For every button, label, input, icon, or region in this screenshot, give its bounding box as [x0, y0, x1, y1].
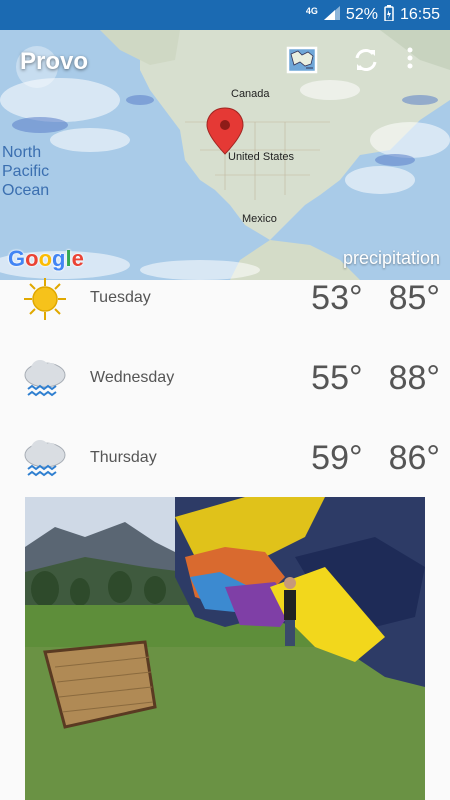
weather-map[interactable]: Canada United States Mexico North Pacifi… [0, 30, 450, 280]
forecast-row[interactable]: Tuesday 53° 85° [0, 278, 450, 320]
google-logo: Google [8, 246, 84, 271]
united-states-label: United States [228, 151, 295, 163]
hot-air-balloon-photo [25, 497, 425, 800]
forecast-day: Tuesday [90, 289, 151, 306]
forecast-list: Tuesday 53° 85° Wednesday 55° 88° Thursd… [0, 278, 450, 477]
signal-icon [323, 5, 340, 25]
more-vert-icon[interactable] [406, 46, 442, 82]
map-layer-label[interactable]: precipitation [343, 248, 440, 269]
forecast-temps: 59° 86° [311, 439, 440, 478]
sunny-icon [24, 278, 66, 320]
forecast-row[interactable]: Thursday 59° 86° [0, 418, 450, 498]
high-temp: 88° [388, 358, 440, 397]
forecast-day: Thursday [90, 449, 157, 466]
high-temp: 86° [388, 438, 440, 477]
rain-cloud-icon [24, 440, 66, 477]
ocean-label-line: North [2, 144, 42, 161]
low-temp: 53° [311, 278, 363, 317]
forecast-temps: 53° 85° [311, 279, 440, 318]
forecast-day: Wednesday [90, 369, 175, 386]
canada-label: Canada [231, 88, 270, 100]
ocean-label-line: Ocean [2, 182, 50, 199]
location-photo[interactable] [25, 497, 425, 800]
low-temp: 59° [311, 438, 363, 477]
rain-cloud-icon [24, 360, 66, 397]
map-layers-icon[interactable] [286, 46, 322, 82]
clock: 16:55 [399, 6, 440, 23]
network-type: 4G [305, 6, 318, 16]
low-temp: 55° [311, 358, 363, 397]
battery-level: 52% [345, 6, 378, 23]
high-temp: 85° [388, 278, 440, 317]
refresh-icon[interactable] [352, 46, 388, 82]
city-name[interactable]: Provo [20, 48, 88, 76]
battery-icon [384, 4, 394, 26]
forecast-temps: 55° 88° [311, 359, 440, 398]
ocean-label-line: Pacific [2, 163, 50, 180]
ocean-label: North Pacific Ocean [2, 143, 49, 200]
mexico-label: Mexico [242, 213, 277, 225]
status-bar: 4G 52% 16:55 [0, 0, 450, 30]
forecast-row[interactable]: Wednesday 55° 88° [0, 338, 450, 418]
